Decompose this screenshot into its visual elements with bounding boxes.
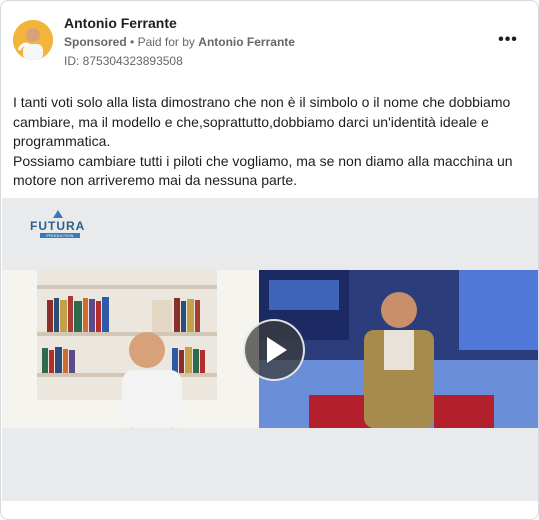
more-options-icon: ••• [498, 31, 518, 48]
ad-card: Antonio Ferrante Sponsored • Paid for by… [0, 0, 539, 520]
bookshelf-scene [2, 270, 259, 428]
video-player[interactable]: FUTURA PRODUCTION [2, 198, 538, 501]
card-footer [1, 501, 538, 519]
logo-mark-icon [53, 210, 63, 218]
video-left-panel [2, 270, 259, 428]
paid-for-by-name: Antonio Ferrante [198, 35, 295, 49]
paid-for-prefix: Paid for by [137, 35, 195, 49]
logo-text: FUTURA [30, 219, 86, 233]
ad-id: ID: 875304323893508 [64, 54, 183, 68]
post-paragraph: I tanti voti solo alla lista dimostrano … [13, 94, 511, 149]
author-name[interactable]: Antonio Ferrante [64, 15, 177, 31]
sponsored-meta: Sponsored • Paid for by Antonio Ferrante [64, 35, 295, 49]
post-body: I tanti voti solo alla lista dimostrano … [13, 93, 529, 191]
futura-logo: FUTURA PRODUCTION [30, 210, 86, 238]
play-button[interactable] [243, 319, 305, 381]
avatar[interactable] [13, 20, 53, 60]
separator: • [130, 35, 138, 49]
logo-subtext: PRODUCTION [40, 233, 80, 238]
post-paragraph: Possiamo cambiare tutti i piloti che vog… [13, 152, 513, 189]
more-options-button[interactable]: ••• [497, 31, 519, 49]
sponsored-label: Sponsored [64, 35, 127, 49]
